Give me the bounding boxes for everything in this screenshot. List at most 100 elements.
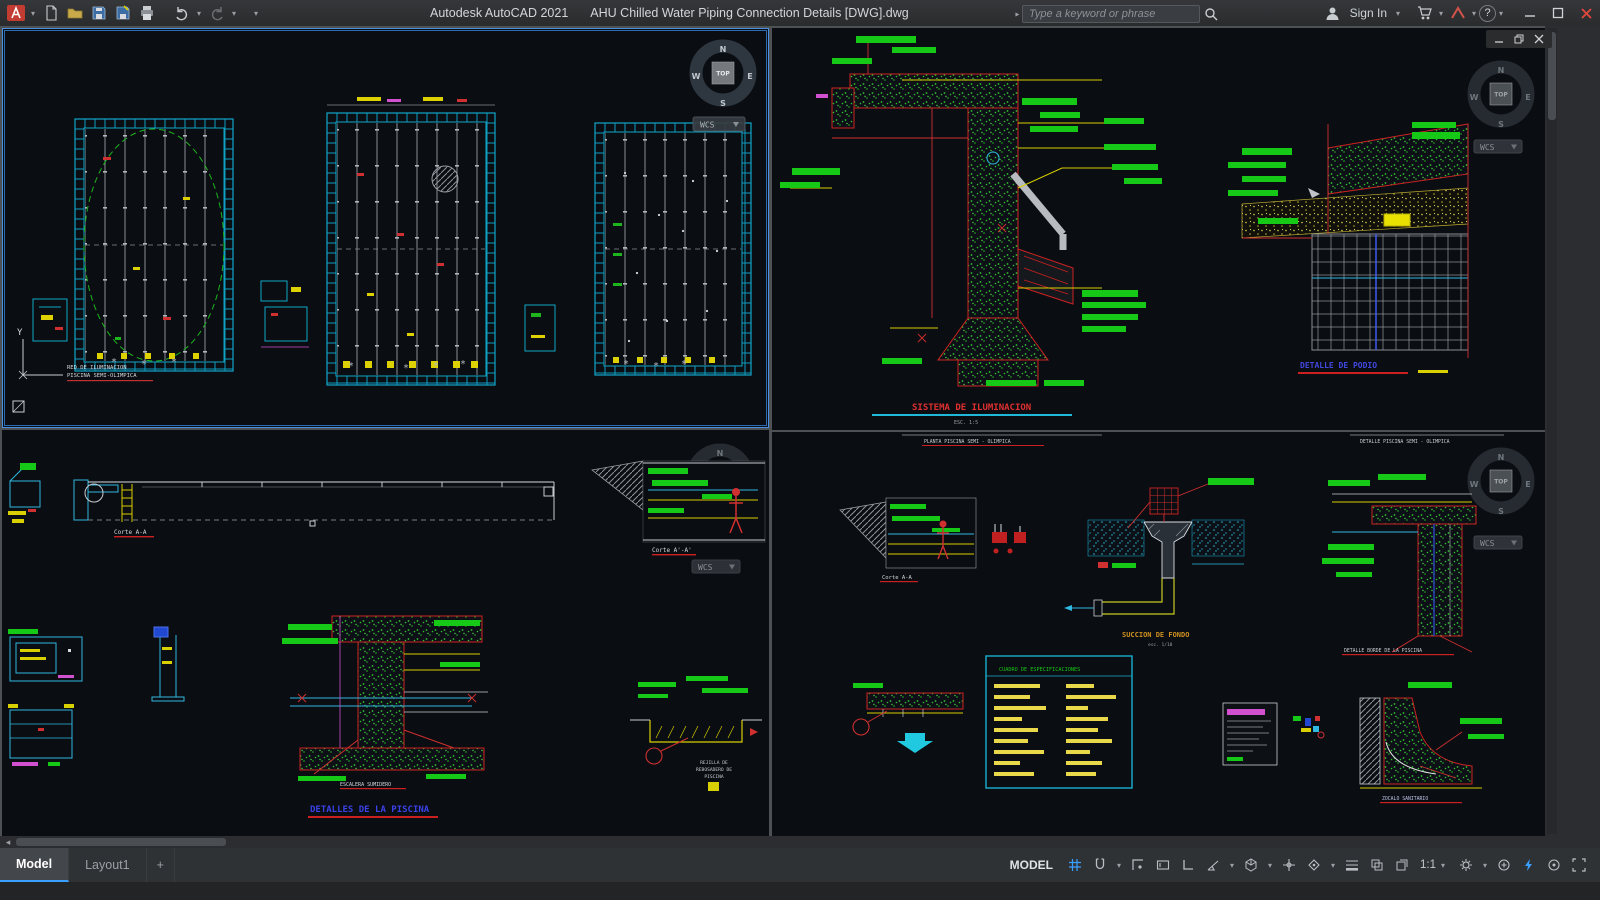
compass-east-label[interactable]: E: [1525, 93, 1530, 102]
snap-caret-icon[interactable]: ▾: [1114, 861, 1124, 870]
compass-north-label[interactable]: N: [1498, 66, 1505, 75]
wcs-selector[interactable]: WCS: [692, 560, 740, 573]
scale-caret-icon[interactable]: ▾: [1438, 861, 1448, 870]
workspace-caret-icon[interactable]: ▾: [1480, 861, 1490, 870]
pool-plan-right[interactable]: [595, 123, 751, 375]
snap-mode-toggle[interactable]: [1089, 853, 1111, 877]
undo-caret-icon[interactable]: ▾: [194, 9, 204, 18]
new-file-icon[interactable]: [39, 3, 62, 23]
doc-restore-icon[interactable]: [1511, 32, 1527, 46]
view-cube-compass[interactable]: NSWETOP: [692, 45, 753, 108]
detail-cluster-2[interactable]: [152, 627, 184, 701]
search-collapse-caret-icon[interactable]: ▾: [1013, 9, 1022, 19]
viewport-pool-plans[interactable]: *** **** *** Y RED DE ILUMINACION PISCIN…: [2, 28, 769, 428]
pool-plan-left[interactable]: [75, 119, 233, 371]
doc-minimize-icon[interactable]: [1491, 32, 1507, 46]
compass-west-label[interactable]: W: [1470, 93, 1479, 102]
app-caret-icon[interactable]: ▾: [1469, 9, 1479, 18]
detail-side-left[interactable]: [33, 299, 67, 341]
wcs-selector[interactable]: WCS: [1474, 140, 1522, 153]
transparency-toggle[interactable]: [1366, 853, 1388, 877]
detail-cluster-1[interactable]: [8, 629, 82, 681]
isolate-objects-toggle[interactable]: [1543, 853, 1565, 877]
maximize-window-icon[interactable]: [1544, 0, 1572, 26]
scroll-left-arrow-icon[interactable]: ◂: [0, 837, 16, 848]
viewport-lighting-section[interactable]: SISTEMA DE ILUMINACION ESC. 1:5: [772, 28, 1545, 430]
detail-between-pools[interactable]: [261, 281, 309, 347]
pool-edge-detail[interactable]: DETALLE BORDE DE LA PISCINA: [1322, 474, 1476, 655]
tab-layout1[interactable]: Layout1: [69, 848, 146, 882]
podium-detail[interactable]: DETALLE DE PODIO: [1228, 122, 1468, 374]
undo-icon[interactable]: [170, 3, 193, 23]
viewport-pool-details[interactable]: NSWETOP Cor: [2, 430, 769, 836]
detail-mini-topleft[interactable]: [8, 463, 40, 523]
wcs-selector[interactable]: WCS: [693, 117, 745, 131]
selection-cycling-toggle[interactable]: [1391, 853, 1413, 877]
bottom-suction-detail[interactable]: SUCCION DE FONDO esc. 1/10: [1064, 478, 1254, 648]
long-section-corte-aa[interactable]: Corte A-A: [74, 480, 554, 537]
lineweight-toggle[interactable]: [1341, 853, 1363, 877]
sign-in-caret-icon[interactable]: ▾: [1393, 9, 1403, 18]
wcs-selector[interactable]: WCS: [1474, 536, 1522, 549]
compass-north-label[interactable]: N: [1498, 453, 1505, 462]
dynamic-input-toggle[interactable]: [1152, 853, 1174, 877]
model-space-indicator[interactable]: MODEL: [1002, 858, 1061, 872]
autodesk-app-icon[interactable]: [1446, 3, 1469, 23]
grid-display-toggle[interactable]: [1064, 853, 1086, 877]
compass-south-label[interactable]: S: [720, 99, 726, 108]
new-layout-button[interactable]: +: [147, 848, 175, 882]
customize-qat-caret-icon[interactable]: ▾: [251, 9, 261, 18]
view-cube-compass[interactable]: NSWETOP: [1470, 66, 1531, 129]
compass-east-label[interactable]: E: [747, 72, 752, 81]
horizontal-scrollbar[interactable]: ◂: [0, 836, 1600, 848]
minimize-window-icon[interactable]: [1516, 0, 1544, 26]
search-icon[interactable]: [1200, 4, 1223, 24]
app-store-cart-icon[interactable]: [1413, 3, 1436, 23]
lighting-system-detail[interactable]: SISTEMA DE ILUMINACION ESC. 1:5: [780, 36, 1162, 426]
isodraft-caret-icon[interactable]: ▾: [1265, 861, 1275, 870]
object-snap-tracking-toggle[interactable]: [1278, 853, 1300, 877]
horizontal-scrollbar-thumb[interactable]: [16, 838, 226, 846]
compass-west-label[interactable]: W: [1470, 480, 1479, 489]
logo-menu-caret-icon[interactable]: ▾: [28, 9, 38, 18]
viewport-suction-details[interactable]: PLANTA PISCINA SEMI - OLIMPICA DETALLE P…: [772, 432, 1545, 836]
sign-in-button[interactable]: Sign In: [1344, 6, 1393, 20]
compass-north-label[interactable]: N: [720, 45, 727, 54]
mini-symbol-cluster[interactable]: [1293, 716, 1324, 738]
specifications-table[interactable]: CUADRO DE ESPECIFICACIONES: [986, 656, 1132, 788]
compass-south-label[interactable]: S: [1498, 507, 1504, 516]
compass-east-label[interactable]: E: [1525, 480, 1530, 489]
redo-icon[interactable]: [205, 3, 228, 23]
legend-table[interactable]: [1223, 703, 1277, 765]
tab-model[interactable]: Model: [0, 848, 69, 882]
sanitary-cove-detail[interactable]: ZOCALO SANITARIO: [1360, 682, 1504, 803]
object-snap-toggle[interactable]: [1303, 853, 1325, 877]
beam-drain-detail[interactable]: [853, 683, 963, 753]
isometric-drafting-toggle[interactable]: [1240, 853, 1262, 877]
workspace-switching-gear-icon[interactable]: [1455, 853, 1477, 877]
wall-section-detail[interactable]: ESCALERA SUMIDERO: [282, 616, 488, 789]
compass-south-label[interactable]: S: [1498, 120, 1504, 129]
gutter-grate-detail[interactable]: REJILLA DE REBOSADERO DE PISCINA: [630, 676, 762, 791]
user-icon[interactable]: [1321, 3, 1344, 23]
doc-close-icon[interactable]: [1531, 32, 1547, 46]
close-window-icon[interactable]: [1572, 0, 1600, 26]
detail-side-right[interactable]: [525, 305, 555, 351]
cart-caret-icon[interactable]: ▾: [1436, 9, 1446, 18]
compass-west-label[interactable]: W: [692, 72, 701, 81]
open-folder-icon[interactable]: [63, 3, 86, 23]
plot-icon[interactable]: [135, 3, 158, 23]
pool-plan-center[interactable]: [327, 97, 495, 385]
detail-cluster-3[interactable]: [8, 704, 74, 766]
autocad-logo-icon[interactable]: [4, 3, 27, 23]
annotation-monitor-toggle[interactable]: [1493, 853, 1515, 877]
graphics-performance-toggle[interactable]: [1518, 853, 1540, 877]
polar-tracking-toggle[interactable]: [1202, 853, 1224, 877]
view-cube-compass[interactable]: NSWETOP: [1470, 453, 1531, 516]
ortho-mode-toggle[interactable]: [1177, 853, 1199, 877]
help-caret-icon[interactable]: ▾: [1496, 9, 1506, 18]
small-section-corte-aa[interactable]: Corte A-A: [840, 498, 976, 582]
compass-north-label[interactable]: N: [717, 449, 724, 458]
clean-screen-toggle[interactable]: [1568, 853, 1590, 877]
valve-symbols[interactable]: [992, 524, 1026, 554]
